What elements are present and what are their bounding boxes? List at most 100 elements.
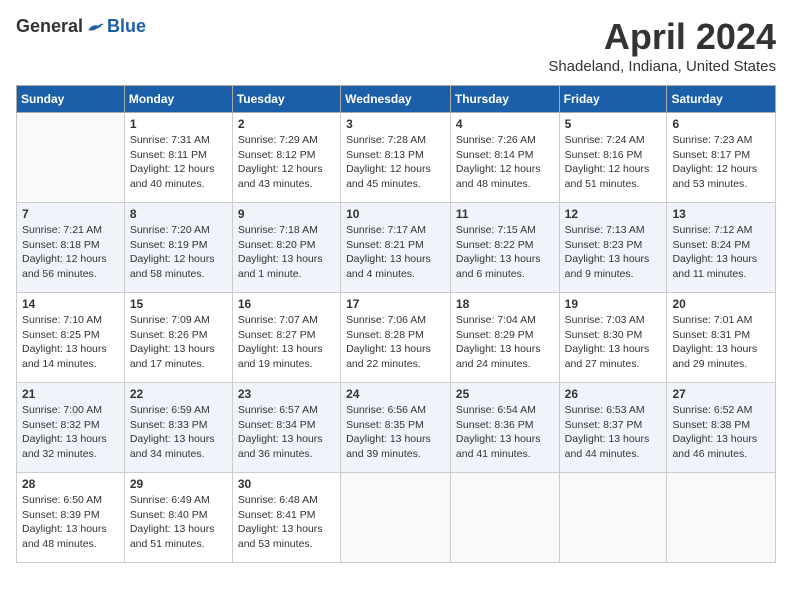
day-info: Sunrise: 7:12 AM Sunset: 8:24 PM Dayligh… <box>672 223 770 282</box>
day-info: Sunrise: 7:28 AM Sunset: 8:13 PM Dayligh… <box>346 133 445 192</box>
calendar-header-row: SundayMondayTuesdayWednesdayThursdayFrid… <box>17 86 776 113</box>
day-number: 17 <box>346 297 445 311</box>
logo: General Blue <box>16 16 146 37</box>
day-info: Sunrise: 6:54 AM Sunset: 8:36 PM Dayligh… <box>456 403 554 462</box>
day-number: 18 <box>456 297 554 311</box>
day-number: 2 <box>238 117 335 131</box>
calendar-cell: 29 Sunrise: 6:49 AM Sunset: 8:40 PM Dayli… <box>124 473 232 563</box>
calendar-cell: 19 Sunrise: 7:03 AM Sunset: 8:30 PM Dayli… <box>559 293 667 383</box>
calendar-cell: 9 Sunrise: 7:18 AM Sunset: 8:20 PM Daylig… <box>232 203 340 293</box>
day-number: 23 <box>238 387 335 401</box>
calendar-cell <box>341 473 451 563</box>
calendar-table: SundayMondayTuesdayWednesdayThursdayFrid… <box>16 85 776 563</box>
day-info: Sunrise: 6:53 AM Sunset: 8:37 PM Dayligh… <box>565 403 662 462</box>
day-info: Sunrise: 7:09 AM Sunset: 8:26 PM Dayligh… <box>130 313 227 372</box>
day-info: Sunrise: 6:59 AM Sunset: 8:33 PM Dayligh… <box>130 403 227 462</box>
day-number: 26 <box>565 387 662 401</box>
day-info: Sunrise: 7:23 AM Sunset: 8:17 PM Dayligh… <box>672 133 770 192</box>
calendar-cell <box>559 473 667 563</box>
calendar-cell: 18 Sunrise: 7:04 AM Sunset: 8:29 PM Dayli… <box>450 293 559 383</box>
calendar-cell <box>450 473 559 563</box>
calendar-cell: 11 Sunrise: 7:15 AM Sunset: 8:22 PM Dayli… <box>450 203 559 293</box>
calendar-cell: 5 Sunrise: 7:24 AM Sunset: 8:16 PM Daylig… <box>559 113 667 203</box>
calendar-cell: 27 Sunrise: 6:52 AM Sunset: 8:38 PM Dayli… <box>667 383 776 473</box>
day-info: Sunrise: 7:06 AM Sunset: 8:28 PM Dayligh… <box>346 313 445 372</box>
calendar-cell: 6 Sunrise: 7:23 AM Sunset: 8:17 PM Daylig… <box>667 113 776 203</box>
day-number: 6 <box>672 117 770 131</box>
calendar-day-header: Sunday <box>17 86 125 113</box>
day-number: 9 <box>238 207 335 221</box>
day-number: 11 <box>456 207 554 221</box>
calendar-week-row: 21Sunrise: 7:00 AM Sunset: 8:32 PM Dayli… <box>17 383 776 473</box>
calendar-day-header: Saturday <box>667 86 776 113</box>
day-number: 25 <box>456 387 554 401</box>
day-info: Sunrise: 7:24 AM Sunset: 8:16 PM Dayligh… <box>565 133 662 192</box>
calendar-cell: 1 Sunrise: 7:31 AM Sunset: 8:11 PM Daylig… <box>124 113 232 203</box>
day-number: 21 <box>22 387 119 401</box>
day-info: Sunrise: 6:56 AM Sunset: 8:35 PM Dayligh… <box>346 403 445 462</box>
day-number: 27 <box>672 387 770 401</box>
calendar-cell: 8 Sunrise: 7:20 AM Sunset: 8:19 PM Daylig… <box>124 203 232 293</box>
day-info: Sunrise: 7:10 AM Sunset: 8:25 PM Dayligh… <box>22 313 119 372</box>
logo-blue: Blue <box>107 16 146 37</box>
day-info: Sunrise: 6:48 AM Sunset: 8:41 PM Dayligh… <box>238 493 335 552</box>
day-info: Sunrise: 6:57 AM Sunset: 8:34 PM Dayligh… <box>238 403 335 462</box>
day-number: 29 <box>130 477 227 491</box>
calendar-cell: 10Sunrise: 7:17 AM Sunset: 8:21 PM Dayli… <box>341 203 451 293</box>
title-section: April 2024 Shadeland, Indiana, United St… <box>548 16 776 75</box>
day-number: 19 <box>565 297 662 311</box>
day-number: 24 <box>346 387 445 401</box>
day-info: Sunrise: 7:07 AM Sunset: 8:27 PM Dayligh… <box>238 313 335 372</box>
month-title: April 2024 <box>548 16 776 58</box>
logo-bird-icon <box>85 17 105 37</box>
calendar-cell: 17 Sunrise: 7:06 AM Sunset: 8:28 PM Dayli… <box>341 293 451 383</box>
day-info: Sunrise: 7:18 AM Sunset: 8:20 PM Dayligh… <box>238 223 335 282</box>
calendar-week-row: 28 Sunrise: 6:50 AM Sunset: 8:39 PM Dayli… <box>17 473 776 563</box>
day-info: Sunrise: 7:01 AM Sunset: 8:31 PM Dayligh… <box>672 313 770 372</box>
day-info: Sunrise: 6:52 AM Sunset: 8:38 PM Dayligh… <box>672 403 770 462</box>
calendar-cell: 16 Sunrise: 7:07 AM Sunset: 8:27 PM Dayli… <box>232 293 340 383</box>
day-number: 1 <box>130 117 227 131</box>
calendar-cell: 21Sunrise: 7:00 AM Sunset: 8:32 PM Dayli… <box>17 383 125 473</box>
day-number: 3 <box>346 117 445 131</box>
day-info: Sunrise: 7:13 AM Sunset: 8:23 PM Dayligh… <box>565 223 662 282</box>
calendar-cell: 28 Sunrise: 6:50 AM Sunset: 8:39 PM Dayli… <box>17 473 125 563</box>
calendar-cell: 20Sunrise: 7:01 AM Sunset: 8:31 PM Dayli… <box>667 293 776 383</box>
day-number: 5 <box>565 117 662 131</box>
calendar-cell: 23 Sunrise: 6:57 AM Sunset: 8:34 PM Dayli… <box>232 383 340 473</box>
day-number: 4 <box>456 117 554 131</box>
calendar-cell: 22Sunrise: 6:59 AM Sunset: 8:33 PM Dayli… <box>124 383 232 473</box>
page-header: General Blue April 2024 Shadeland, India… <box>16 16 776 75</box>
day-number: 16 <box>238 297 335 311</box>
calendar-cell: 13 Sunrise: 7:12 AM Sunset: 8:24 PM Dayli… <box>667 203 776 293</box>
day-number: 13 <box>672 207 770 221</box>
day-info: Sunrise: 7:04 AM Sunset: 8:29 PM Dayligh… <box>456 313 554 372</box>
calendar-cell: 24 Sunrise: 6:56 AM Sunset: 8:35 PM Dayli… <box>341 383 451 473</box>
calendar-cell <box>17 113 125 203</box>
day-info: Sunrise: 7:21 AM Sunset: 8:18 PM Dayligh… <box>22 223 119 282</box>
day-info: Sunrise: 7:17 AM Sunset: 8:21 PM Dayligh… <box>346 223 445 282</box>
day-info: Sunrise: 6:49 AM Sunset: 8:40 PM Dayligh… <box>130 493 227 552</box>
day-info: Sunrise: 7:26 AM Sunset: 8:14 PM Dayligh… <box>456 133 554 192</box>
day-number: 28 <box>22 477 119 491</box>
calendar-cell: 26 Sunrise: 6:53 AM Sunset: 8:37 PM Dayli… <box>559 383 667 473</box>
day-info: Sunrise: 7:15 AM Sunset: 8:22 PM Dayligh… <box>456 223 554 282</box>
calendar-day-header: Friday <box>559 86 667 113</box>
day-info: Sunrise: 7:20 AM Sunset: 8:19 PM Dayligh… <box>130 223 227 282</box>
day-number: 15 <box>130 297 227 311</box>
calendar-cell <box>667 473 776 563</box>
day-info: Sunrise: 7:03 AM Sunset: 8:30 PM Dayligh… <box>565 313 662 372</box>
day-number: 30 <box>238 477 335 491</box>
day-number: 8 <box>130 207 227 221</box>
calendar-cell: 7 Sunrise: 7:21 AM Sunset: 8:18 PM Daylig… <box>17 203 125 293</box>
day-number: 12 <box>565 207 662 221</box>
logo-general: General <box>16 16 83 37</box>
day-number: 14 <box>22 297 119 311</box>
day-info: Sunrise: 7:31 AM Sunset: 8:11 PM Dayligh… <box>130 133 227 192</box>
calendar-cell: 2Sunrise: 7:29 AM Sunset: 8:12 PM Daylig… <box>232 113 340 203</box>
day-info: Sunrise: 6:50 AM Sunset: 8:39 PM Dayligh… <box>22 493 119 552</box>
day-number: 7 <box>22 207 119 221</box>
calendar-week-row: 1 Sunrise: 7:31 AM Sunset: 8:11 PM Daylig… <box>17 113 776 203</box>
calendar-cell: 14 Sunrise: 7:10 AM Sunset: 8:25 PM Dayli… <box>17 293 125 383</box>
calendar-cell: 12 Sunrise: 7:13 AM Sunset: 8:23 PM Dayli… <box>559 203 667 293</box>
